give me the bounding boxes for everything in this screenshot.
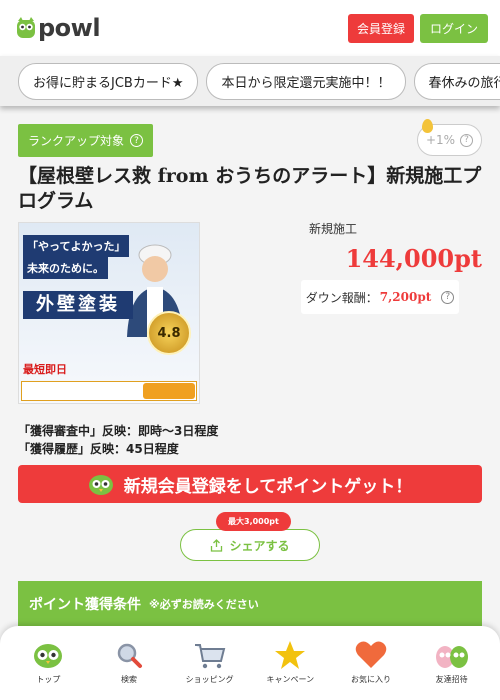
- cart-icon: [194, 644, 225, 669]
- nav-label: トップ: [36, 675, 61, 684]
- logo-text: powl: [38, 14, 101, 42]
- offer-title: 【屋根壁レス救 from おうちのアラート】新規施工プログラム: [18, 165, 482, 212]
- help-icon: ?: [460, 133, 474, 147]
- nav-label: 友達招待: [435, 675, 468, 684]
- offer-banner-image[interactable]: 「やってよかった」 未来のために。 外壁塗装 4.8 最短即日: [18, 222, 200, 404]
- banner-catch-1: 「やってよかった」: [23, 235, 130, 257]
- campaign-chip[interactable]: 春休みの旅行: [413, 62, 500, 100]
- nav-favorites[interactable]: お気に入り: [336, 640, 406, 700]
- down-reward-amount: 7,200pt: [379, 290, 432, 304]
- campaign-chip[interactable]: お得に貯まるJCBカード★: [18, 62, 199, 100]
- point-conditions-header: ポイント獲得条件 ※必ずお読みください: [18, 581, 482, 626]
- share-button[interactable]: シェアする: [180, 529, 320, 561]
- share-icon: [211, 538, 223, 552]
- nav-label: ショッピング: [185, 675, 234, 684]
- owl-logo-icon: [17, 17, 35, 38]
- drop-icon: [422, 119, 433, 133]
- heart-icon: [355, 641, 387, 668]
- login-button[interactable]: ログイン: [419, 13, 488, 43]
- register-cta-button[interactable]: 新規会員登録をしてポイントゲット！: [18, 465, 482, 503]
- help-icon[interactable]: ?: [441, 290, 455, 304]
- app-header: powl 会員登録 ログイン: [0, 0, 500, 56]
- nav-label: お気に入り: [350, 675, 391, 684]
- reflect-line: 「獲得履歴」反映：45日程度: [18, 442, 179, 456]
- offer-kind: 新規施工: [309, 222, 358, 236]
- friends-icon: [435, 646, 468, 668]
- banner-catch-2: 未来のために。: [23, 257, 108, 279]
- nav-top[interactable]: トップ: [13, 640, 83, 700]
- reward-points: 144,000pt: [345, 244, 482, 273]
- owl-icon: [88, 475, 113, 495]
- rank-up-label: ランクアップ対象: [28, 134, 125, 148]
- cta-label: 新規会員登録をしてポイントゲット！: [123, 476, 413, 497]
- share-max-badge: 最大3,000pt: [216, 512, 291, 531]
- nav-invite-friends[interactable]: 友達招待: [417, 640, 487, 700]
- banner-detail-button: [143, 383, 195, 399]
- down-reward-label: ダウン報酬：: [305, 290, 378, 305]
- header-actions: 会員登録 ログイン: [347, 13, 488, 43]
- boost-label: +1%: [425, 133, 456, 147]
- reflect-timing: 「獲得審査中」反映：即時～3日程度 「獲得履歴」反映：45日程度: [18, 422, 218, 458]
- banner-headline: 外壁塗装: [23, 291, 133, 319]
- help-icon: ?: [130, 134, 144, 147]
- nav-shopping[interactable]: ショッピング: [175, 640, 245, 700]
- campaign-strip[interactable]: お得に貯まるJCBカード★ 本日から限定還元実施中！！ 春休みの旅行: [0, 56, 500, 106]
- bottom-navigation: トップ 検索 ショッピング キャンペーン お気に入り 友達招待: [0, 626, 500, 700]
- campaign-chip[interactable]: 本日から限定還元実施中！！: [206, 62, 406, 100]
- owl-icon: [34, 644, 63, 668]
- register-button[interactable]: 会員登録: [347, 13, 414, 43]
- rating-medal: 4.8: [147, 311, 191, 355]
- search-icon: [117, 643, 142, 668]
- share-label: シェアする: [229, 538, 290, 553]
- conditions-note: ※必ずお読みください: [149, 597, 259, 611]
- banner-fast-text: 最短即日: [23, 363, 67, 376]
- powl-logo[interactable]: powl: [16, 14, 101, 42]
- down-reward-box: ダウン報酬： 7,200pt ?: [301, 280, 459, 314]
- offer-detail: ランクアップ対象 ? +1% ? 【屋根壁レス救 from おうちのアラート】新…: [0, 106, 500, 626]
- boost-badge[interactable]: +1% ?: [417, 119, 482, 156]
- reflect-line: 「獲得審査中」反映：即時～3日程度: [18, 424, 219, 438]
- nav-label: 検索: [120, 675, 137, 684]
- conditions-title: ポイント獲得条件: [29, 596, 141, 613]
- nav-label: キャンペーン: [266, 675, 315, 684]
- star-icon: [275, 641, 306, 669]
- rank-up-badge[interactable]: ランクアップ対象 ?: [18, 124, 154, 157]
- nav-campaign[interactable]: キャンペーン: [255, 640, 325, 700]
- nav-search[interactable]: 検索: [94, 640, 164, 700]
